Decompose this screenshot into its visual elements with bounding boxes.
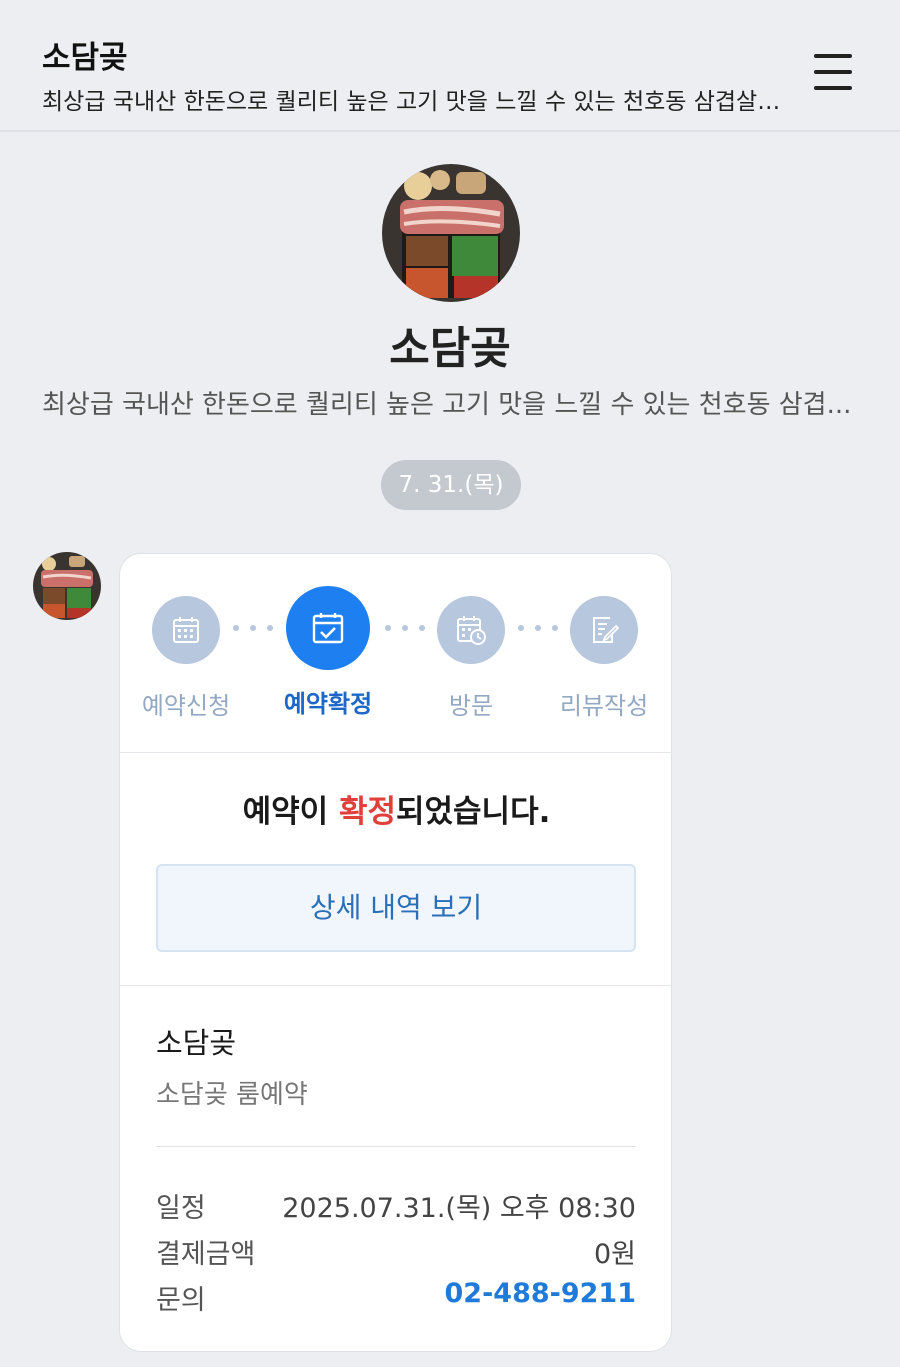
divider: [156, 1146, 636, 1147]
inquiry-row: 문의 02-488-9211: [156, 1278, 637, 1316]
hamburger-menu-icon[interactable]: [810, 50, 860, 94]
profile-avatar[interactable]: [382, 164, 520, 302]
profile-name: 소담곶: [389, 323, 511, 374]
schedule-value: 2025.07.31.(목) 오후 08:30: [282, 1193, 636, 1224]
confirmation-suffix: 되었습니다.: [396, 794, 551, 830]
inquiry-label: 문의: [156, 1285, 206, 1316]
step-confirmed: 예약확정: [258, 586, 398, 719]
divider: [120, 752, 671, 753]
header-subtitle: 최상급 국내산 한돈으로 퀄리티 높은 고기 맛을 느낄 수 있는 천호동 삼겹…: [42, 89, 782, 115]
edit-note-icon: [570, 596, 638, 664]
payment-row: 결제금액 0원: [156, 1232, 636, 1270]
header-title: 소담곶: [42, 40, 128, 76]
divider: [120, 985, 671, 986]
calendar-grid-icon: [152, 596, 220, 664]
reservation-product: 소담곶 룸예약: [156, 1080, 308, 1110]
inquiry-phone-link[interactable]: 02-488-9211: [445, 1278, 637, 1309]
step-label: 예약확정: [283, 690, 373, 718]
schedule-label: 일정: [156, 1193, 206, 1224]
date-separator: 7. 31.(목): [381, 460, 521, 510]
confirmation-prefix: 예약이: [242, 794, 339, 830]
shop-name: 소담곶: [156, 1026, 237, 1060]
confirmation-highlight: 확정: [338, 794, 396, 830]
step-request: 예약신청: [120, 588, 256, 721]
step-label: 리뷰작성: [559, 692, 649, 720]
step-visit: 방문: [401, 588, 541, 721]
calendar-check-icon: [286, 586, 370, 670]
step-label: 예약신청: [141, 692, 231, 720]
chat-avatar[interactable]: [33, 552, 101, 620]
profile-description: 최상급 국내산 한돈으로 퀄리티 높은 고기 맛을 느낄 수 있는 천호동 삼겹…: [42, 390, 852, 420]
reservation-card: 예약신청 예약확정 방문 리뷰작성 예약이 확정되었습니다. 상세 내역 보기 …: [119, 553, 672, 1352]
step-label: 방문: [448, 692, 494, 720]
schedule-row: 일정 2025.07.31.(목) 오후 08:30: [156, 1186, 636, 1224]
payment-value: 0원: [593, 1239, 636, 1270]
confirmation-message: 예약이 확정되었습니다.: [120, 786, 671, 831]
top-header: 소담곶 최상급 국내산 한돈으로 퀄리티 높은 고기 맛을 느낄 수 있는 천호…: [0, 0, 900, 132]
view-details-button[interactable]: 상세 내역 보기: [156, 864, 636, 952]
step-review: 리뷰작성: [534, 588, 671, 721]
payment-label: 결제금액: [156, 1239, 256, 1270]
calendar-clock-icon: [437, 596, 505, 664]
